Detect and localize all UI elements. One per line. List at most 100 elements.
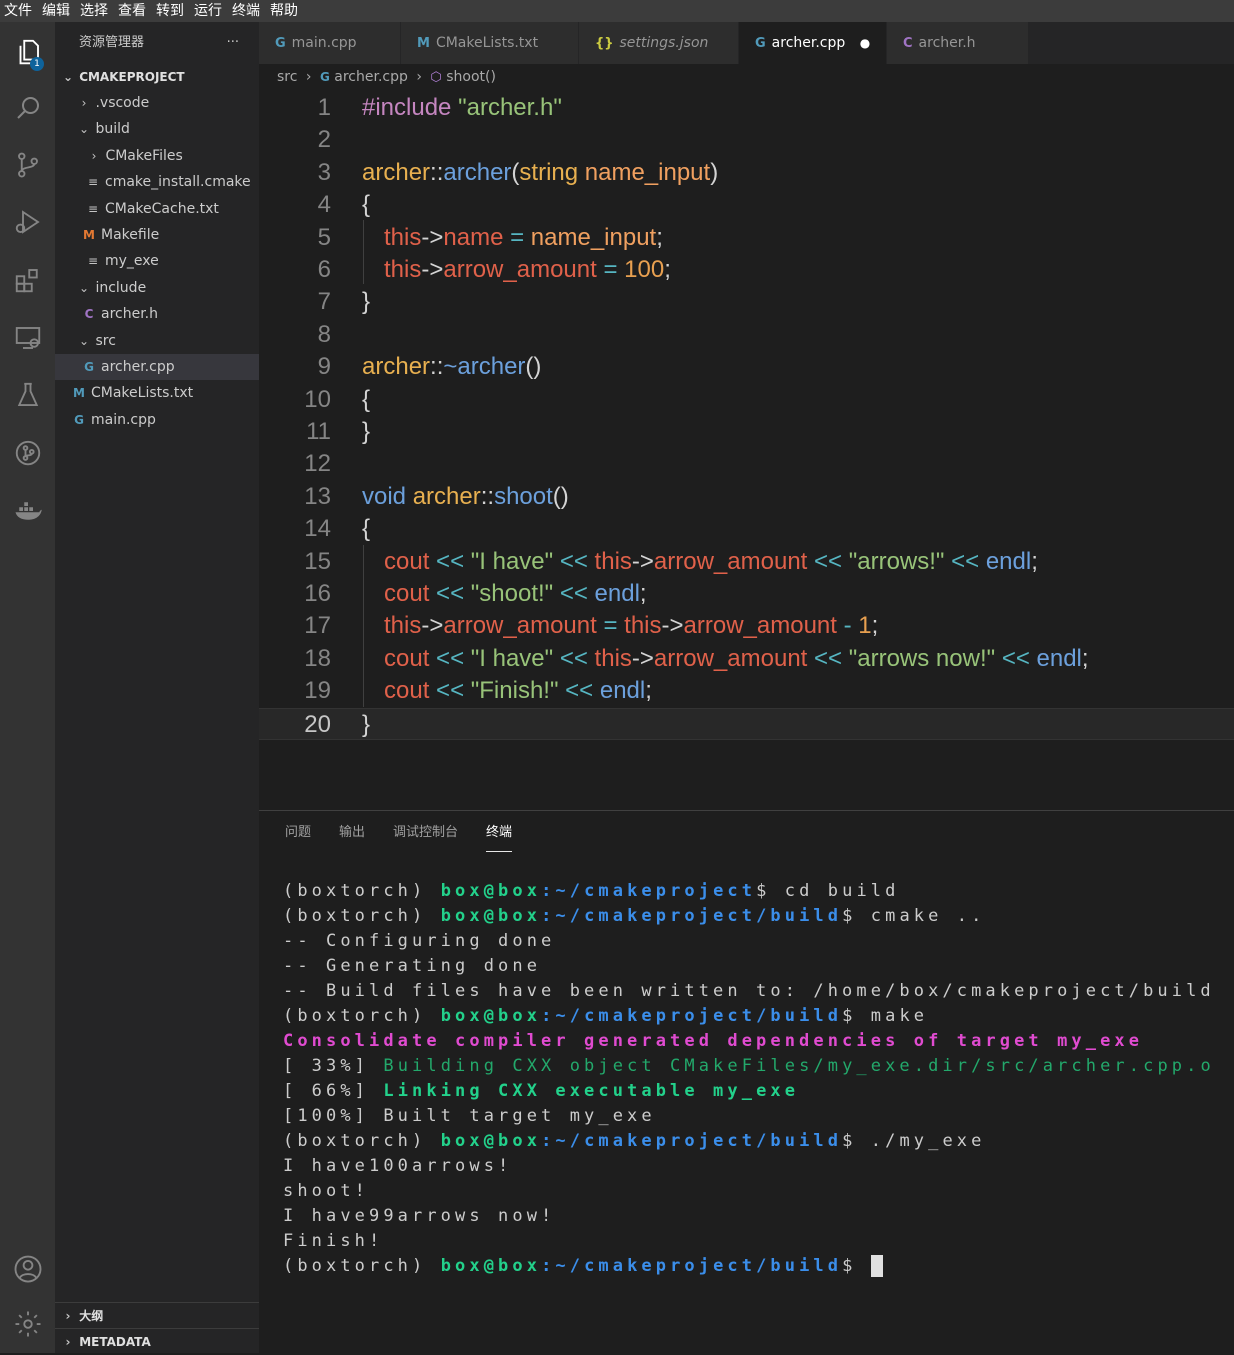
tree-file-cmake-install[interactable]: ≡ cmake_install.cmake bbox=[55, 169, 259, 195]
terminal-line: -- Generating done bbox=[283, 956, 542, 976]
tree-folder-src[interactable]: ⌄ src bbox=[55, 328, 259, 354]
code-editor[interactable]: 1 #include "archer.h" 2 3 archer::archer(s… bbox=[259, 90, 1234, 810]
extensions-icon bbox=[15, 269, 38, 293]
source-control-icon bbox=[17, 152, 38, 178]
tab-archer-h[interactable]: Carcher.h bbox=[887, 22, 1029, 64]
outline-section-header[interactable]: › 大纲 bbox=[55, 1302, 265, 1329]
tab-debug-console[interactable]: 调试控制台 bbox=[393, 823, 458, 851]
tree-file-archer-h[interactable]: Carcher.h bbox=[55, 301, 259, 327]
tree-file-makefile[interactable]: M Makefile bbox=[55, 222, 259, 248]
testing-button[interactable] bbox=[0, 370, 55, 420]
terminal-line: [100%] Built target my_exe bbox=[283, 1106, 656, 1126]
code-line: this->arrow_amount = 100; bbox=[384, 256, 671, 283]
tree-file-cmakelists[interactable]: M CMakeLists.txt bbox=[55, 380, 259, 406]
tree-item-label: src bbox=[95, 332, 116, 349]
tree-item-label: include bbox=[95, 279, 147, 296]
line-number: 6 bbox=[317, 256, 331, 283]
tab-main-cpp[interactable]: Gmain.cpp bbox=[259, 22, 401, 64]
code-line: cout << "I have" << this->arrow_amount <… bbox=[384, 644, 1089, 672]
tree-file-main-cpp[interactable]: Gmain.cpp bbox=[55, 407, 259, 433]
indent-guide bbox=[363, 220, 364, 284]
tree-item-label: build bbox=[95, 121, 130, 138]
search-button[interactable] bbox=[0, 83, 55, 133]
tree-file-cmakecache[interactable]: ≡ CMakeCache.txt bbox=[55, 196, 259, 222]
chevron-down-icon: ⌄ bbox=[78, 122, 90, 137]
tab-label: archer.cpp bbox=[771, 35, 846, 51]
metadata-section-header[interactable]: › METADATA bbox=[55, 1328, 265, 1355]
line-number: 10 bbox=[304, 385, 331, 413]
remote-explorer-button[interactable] bbox=[0, 313, 55, 363]
text-file-icon: ≡ bbox=[87, 254, 99, 269]
line-number: 14 bbox=[304, 515, 331, 543]
tab-output[interactable]: 输出 bbox=[339, 823, 365, 851]
breadcrumb-separator: › bbox=[305, 69, 312, 85]
terminal-cursor bbox=[870, 1255, 883, 1277]
tree-folder-build[interactable]: ⌄ build bbox=[55, 116, 259, 142]
tab-label: archer.h bbox=[918, 35, 976, 51]
tab-archer-cpp[interactable]: Garcher.cpp ● bbox=[739, 22, 887, 64]
explorer-button[interactable]: 1 bbox=[0, 27, 55, 77]
line-number: 18 bbox=[304, 644, 331, 672]
more-actions-button[interactable]: ··· bbox=[227, 22, 239, 64]
cpp-file-icon: G bbox=[275, 36, 286, 51]
tree-file-archer-cpp[interactable]: Garcher.cpp bbox=[55, 353, 259, 381]
source-control-button[interactable] bbox=[0, 140, 55, 190]
menu-view[interactable]: 查看 bbox=[114, 0, 152, 22]
extensions-button[interactable] bbox=[0, 255, 55, 305]
include-path: "archer.h" bbox=[458, 94, 562, 121]
terminal-line: -- Build files have been written to: /ho… bbox=[283, 981, 1215, 1001]
git-graph-button[interactable] bbox=[0, 428, 55, 478]
docker-button[interactable] bbox=[0, 486, 55, 536]
menu-run[interactable]: 运行 bbox=[190, 0, 228, 22]
line-number: 5 bbox=[317, 223, 331, 251]
tab-problems[interactable]: 问题 bbox=[285, 823, 311, 851]
menu-file[interactable]: 文件 bbox=[0, 0, 38, 22]
terminal-line: (boxtorch) box@box:~/cmakeproject/build$… bbox=[283, 906, 986, 926]
menu-edit[interactable]: 编辑 bbox=[38, 0, 76, 22]
terminal-output[interactable]: (boxtorch) box@box:~/cmakeproject$ cd bu… bbox=[283, 879, 1215, 1279]
settings-button[interactable] bbox=[0, 1299, 55, 1349]
code-line: } bbox=[362, 710, 371, 738]
line-number: 15 bbox=[304, 547, 331, 575]
project-section-header[interactable]: ⌄ CMAKEPROJECT bbox=[55, 64, 259, 90]
breadcrumb-file[interactable]: archer.cpp bbox=[334, 69, 408, 85]
explorer-title: 资源管理器 ··· bbox=[55, 22, 259, 64]
accounts-button[interactable] bbox=[0, 1244, 55, 1294]
remote-explorer-icon bbox=[15, 327, 40, 349]
json-file-icon: {} bbox=[595, 36, 614, 51]
terminal-line: (boxtorch) box@box:~/cmakeproject/build$… bbox=[283, 1006, 929, 1026]
breadcrumb-symbol[interactable]: shoot() bbox=[446, 69, 496, 85]
flask-icon bbox=[17, 382, 38, 406]
code-line: this->arrow_amount = this->arrow_amount … bbox=[384, 612, 879, 640]
code-line: this->name = name_input; bbox=[384, 223, 663, 251]
chevron-down-icon: ⌄ bbox=[62, 70, 74, 84]
metadata-label: METADATA bbox=[79, 1335, 151, 1349]
tree-item-label: archer.h bbox=[101, 306, 159, 323]
include-keyword: #include bbox=[362, 94, 452, 121]
breadcrumb-src[interactable]: src bbox=[277, 69, 297, 85]
cmake-file-icon: M bbox=[73, 386, 85, 401]
unsaved-dot-icon[interactable]: ● bbox=[860, 36, 870, 50]
tab-terminal[interactable]: 终端 bbox=[486, 823, 513, 852]
text-file-icon: ≡ bbox=[87, 201, 99, 216]
menu-goto[interactable]: 转到 bbox=[152, 0, 190, 22]
menu-terminal[interactable]: 终端 bbox=[228, 0, 266, 22]
tab-settings-json[interactable]: {} settings.json bbox=[579, 22, 739, 64]
tab-cmakelists[interactable]: M CMakeLists.txt bbox=[401, 22, 579, 64]
tree-folder-cmakefiles[interactable]: › CMakeFiles bbox=[55, 143, 259, 169]
tree-folder-vscode[interactable]: › .vscode bbox=[55, 90, 259, 116]
menu-help[interactable]: 帮助 bbox=[266, 0, 304, 22]
indent-guide bbox=[363, 545, 364, 707]
tree-file-my-exe[interactable]: ≡ my_exe bbox=[55, 248, 259, 274]
terminal-line: I have100arrows! bbox=[283, 1156, 513, 1176]
search-icon bbox=[16, 97, 39, 119]
tree-folder-include[interactable]: ⌄ include bbox=[55, 275, 259, 301]
tab-label: settings.json bbox=[619, 35, 709, 51]
c-header-icon: C bbox=[84, 307, 94, 322]
code-line: cout << "shoot!" << endl; bbox=[384, 580, 647, 607]
menu-select[interactable]: 选择 bbox=[76, 0, 114, 22]
chevron-down-icon: ⌄ bbox=[78, 280, 90, 295]
run-debug-button[interactable] bbox=[0, 197, 55, 247]
tab-label: CMakeLists.txt bbox=[435, 35, 539, 51]
line-number: 8 bbox=[317, 320, 331, 348]
